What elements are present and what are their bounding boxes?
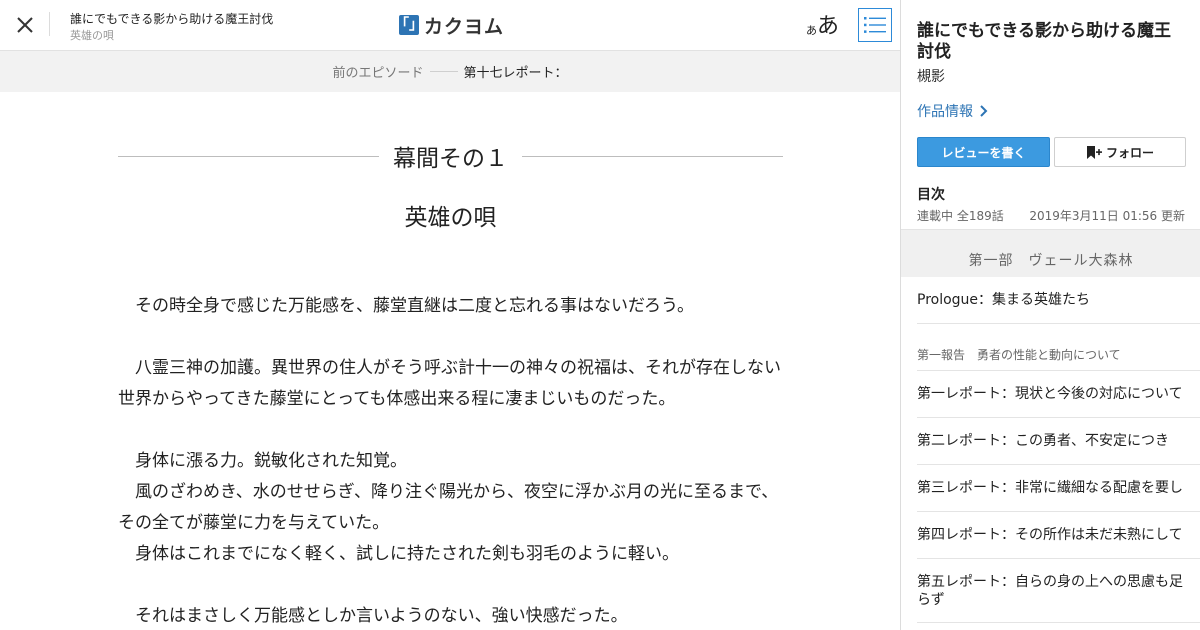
body-paragraph: 身体に漲る力。鋭敏化された知覚。 [118,451,407,471]
episode-nav: 前のエピソード 第十七レポート： [0,51,900,92]
nav-separator-line [429,71,458,72]
reader-header: 誰にでもできる影から助ける魔王討伐 英雄の唄 「」 カクヨム あ あ [0,0,900,51]
toc-section-header: 第一報告 勇者の性能と動向について [917,324,1200,371]
sidebar-work-title[interactable]: 誰にでもできる影から助ける魔王討伐 [917,21,1187,63]
logo-mark: 「」 [395,15,423,35]
sidebar-author[interactable]: 槻影 [917,66,945,86]
chevron-right-icon [979,104,988,118]
episode-body: その時全身で感じた万能感を、藤堂直継は二度と忘れる事はないだろう。 八霊三神の加… [118,291,783,630]
close-icon [17,17,33,33]
font-size-large-glyph: あ [817,14,840,39]
toc-episode-label: 第三レポート：非常に繊細なる配慮を要し [917,480,1183,496]
follow-button[interactable]: フォロー [1054,137,1186,167]
toc-part-header: 第一部 ヴェール大森林 [901,229,1200,277]
body-paragraph: 風のざわめき、水のせせらぎ、降り注ぐ陽光から、夜空に浮かぶ月の光に至るまで、その… [118,482,779,533]
chapter-heading: 幕間その１ [118,136,783,176]
toc-list: Prologue：集まる英雄たち 第一報告 勇者の性能と動向について 第一レポー… [917,277,1200,623]
work-info-link[interactable]: 作品情報 [917,101,988,121]
body-paragraph [118,570,783,601]
follow-label: フォロー [1105,145,1154,160]
toc-episode-item[interactable]: 第四レポート：その所作は未だ未熟にして [917,512,1200,559]
body-paragraph: 八霊三神の加護。異世界の住人がそう呼ぶ計十一の神々の祝福は、それが存在しない世界… [118,358,781,409]
body-paragraph [118,322,783,353]
body-paragraph [118,415,783,446]
toc-toggle-button[interactable] [858,8,892,42]
toc-episode-item[interactable]: 第五レポート：自らの身の上への思慮も足らず [917,559,1200,623]
toc-episode-prologue[interactable]: Prologue：集まる英雄たち [917,277,1200,324]
toc-episode-item[interactable]: 第三レポート：非常に繊細なる配慮を要し [917,465,1200,512]
body-paragraph: 身体はこれまでになく軽く、試しに持たされた剣も羽毛のように軽い。 [118,544,679,564]
toc-episode-item[interactable]: 第二レポート：この勇者、不安定につき [917,418,1200,465]
header-episode-title: 英雄の唄 [70,29,114,42]
write-review-label: レビューを書く [941,145,1026,160]
toc-episode-label: 第五レポート：自らの身の上への思慮も足らず [917,573,1183,608]
toc-section-label: 第一報告 勇者の性能と動向について [917,348,1121,362]
prev-episode-label[interactable]: 前のエピソード [332,62,423,81]
serial-status: 連載中 全189話 [917,209,1004,223]
list-icon [864,17,886,33]
toc-episode-label: 第四レポート：その所作は未だ未熟にして [917,527,1183,543]
chapter-title: 幕間その１ [393,146,508,172]
toc-episode-item[interactable]: 第一レポート：現状と今後の対応について [917,371,1200,418]
font-size-button[interactable]: あ あ [806,10,839,40]
work-info-label: 作品情報 [917,104,973,120]
toc-episode-label: 第一レポート：現状と今後の対応について [917,386,1183,402]
toc-sidebar: 誰にでもできる影から助ける魔王討伐 槻影 作品情報 レビューを書く フォロー 目… [900,0,1200,630]
body-paragraph: それはまさしく万能感としか言いようのない、強い快感だった。 [118,606,628,626]
toc-episode-label: 第二レポート：この勇者、不安定につき [917,433,1169,449]
episode-title: 英雄の唄 [404,205,497,231]
header-work-title[interactable]: 誰にでもできる影から助ける魔王討伐 [70,10,273,27]
close-button[interactable] [10,10,40,40]
chapter-rule-right [522,155,783,157]
last-updated: 2019年3月11日 01:56 更新 [1029,209,1185,223]
toc-heading: 目次 [917,187,945,203]
font-size-small-glyph: あ [806,24,817,37]
write-review-button[interactable]: レビューを書く [917,137,1050,167]
body-paragraph: その時全身で感じた万能感を、藤堂直継は二度と忘れる事はないだろう。 [118,296,694,316]
reader-main: 誰にでもできる影から助ける魔王討伐 英雄の唄 「」 カクヨム あ あ 前のエピソ… [0,0,900,630]
prev-episode-link[interactable]: 第十七レポート： [464,62,568,81]
logo-text: カクヨム [424,15,505,38]
kakuyomu-logo[interactable]: 「」 カクヨム [395,13,505,38]
bookmark-plus-icon [1086,145,1102,159]
part-title: 第一部 ヴェール大森林 [968,253,1134,269]
toc-episode-label: Prologue：集まる英雄たち [917,292,1091,308]
header-divider [49,12,50,36]
chapter-rule-left [118,155,379,157]
